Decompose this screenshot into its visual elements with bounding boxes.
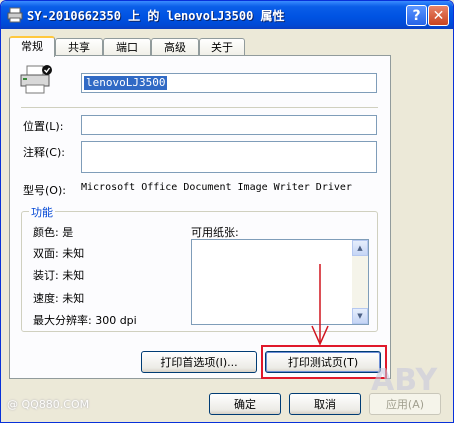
staple-feature: 装订: 未知 [33, 269, 85, 282]
corner-watermark: ABY [371, 363, 438, 398]
scroll-down-icon[interactable]: ▼ [352, 308, 368, 324]
scroll-up-icon[interactable]: ▲ [352, 240, 368, 256]
close-button[interactable]: ✕ [428, 5, 449, 26]
ok-button[interactable]: 确定 [209, 393, 281, 415]
window-title: SY-2010662350 上 的 lenovoLJ3500 属性 [27, 9, 285, 23]
help-button[interactable]: ? [406, 5, 427, 26]
tab-sharing[interactable]: 共享 [55, 38, 103, 55]
features-title: 功能 [29, 204, 55, 220]
printing-preferences-button[interactable]: 打印首选项(I)... [141, 351, 257, 373]
title-bar[interactable]: SY-2010662350 上 的 lenovoLJ3500 属性 ? ✕ [1, 1, 453, 29]
printer-name-value: lenovoLJ3500 [84, 76, 168, 90]
speed-feature: 速度: 未知 [33, 292, 85, 305]
tab-ports[interactable]: 端口 [103, 38, 151, 55]
paper-label: 可用纸张: [191, 226, 239, 239]
divider [21, 107, 378, 108]
paper-list-scrollbar[interactable]: ▲ ▼ [352, 240, 368, 324]
tab-about[interactable]: 关于 [199, 38, 245, 55]
printer-icon [7, 7, 23, 23]
model-value: Microsoft Office Document Image Writer D… [81, 182, 352, 193]
color-feature: 颜色: 是 [33, 226, 74, 239]
tab-general[interactable]: 常规 [9, 36, 55, 57]
printer-large-icon [20, 65, 52, 94]
resolution-feature: 最大分辨率: 300 dpi [33, 314, 137, 327]
duplex-feature: 双面: 未知 [33, 247, 85, 260]
cancel-button[interactable]: 取消 [289, 393, 361, 415]
model-label: 型号(O): [23, 184, 66, 197]
site-watermark: @ QQ880.COM [7, 398, 90, 411]
location-label: 位置(L): [23, 120, 64, 133]
printer-name-input[interactable]: lenovoLJ3500 [81, 73, 377, 93]
highlight-box-annotation [261, 345, 387, 379]
paper-list[interactable]: ▲ ▼ [191, 239, 369, 325]
properties-dialog: SY-2010662350 上 的 lenovoLJ3500 属性 ? ✕ 常规… [0, 0, 454, 423]
comment-label: 注释(C): [23, 146, 65, 159]
tab-advanced[interactable]: 高级 [151, 38, 199, 55]
location-input[interactable] [81, 115, 377, 135]
red-arrow-annotation [311, 264, 329, 346]
comment-input[interactable] [81, 141, 377, 173]
